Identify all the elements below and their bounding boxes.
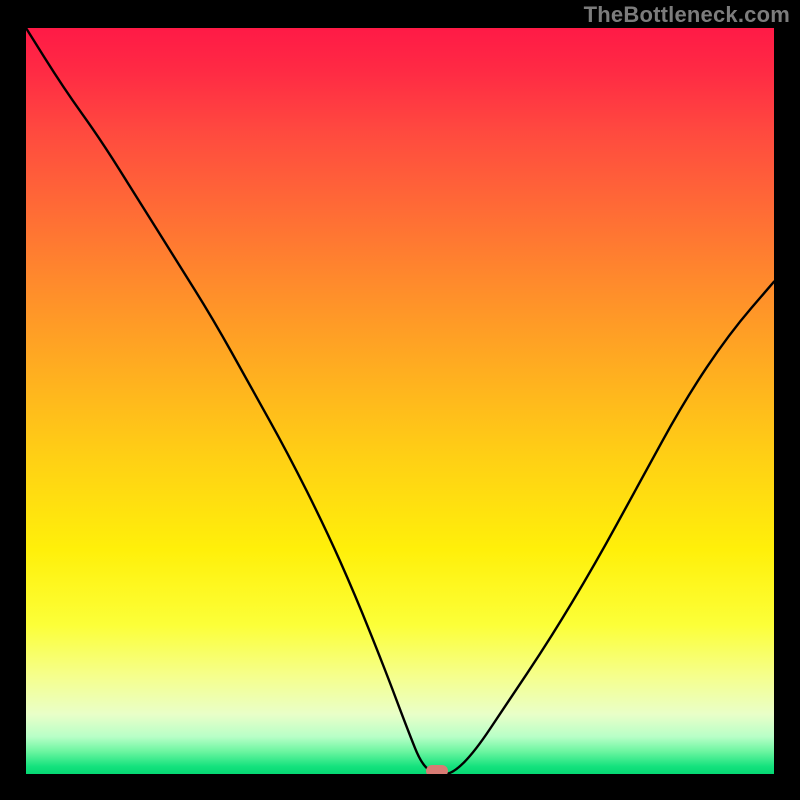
- bottleneck-curve: [26, 28, 774, 774]
- chart-frame: TheBottleneck.com: [0, 0, 800, 800]
- watermark-text: TheBottleneck.com: [584, 2, 790, 28]
- plot-area: [26, 28, 774, 774]
- optimal-marker: [426, 765, 448, 774]
